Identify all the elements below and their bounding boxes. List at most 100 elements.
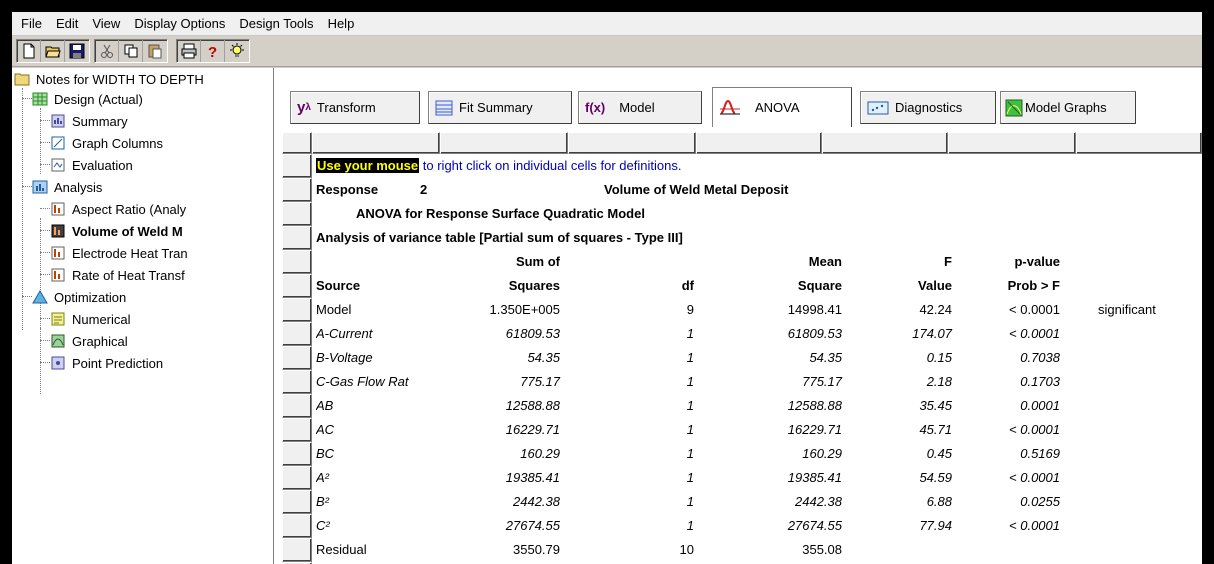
model-title[interactable]: ANOVA for Response Surface Quadratic Mod… — [356, 202, 645, 226]
menu-help[interactable]: Help — [321, 12, 362, 36]
squares-header[interactable]: Squares — [440, 274, 560, 298]
df-cell[interactable]: 9 — [574, 298, 694, 322]
p-value-cell[interactable] — [958, 538, 1060, 562]
significance-cell[interactable] — [1098, 514, 1202, 538]
mean-square-cell[interactable]: 355.08 — [712, 538, 842, 562]
source-cell[interactable]: Model — [316, 298, 440, 322]
significance-cell[interactable] — [1098, 466, 1202, 490]
f-value-cell[interactable]: 54.59 — [842, 466, 952, 490]
new-file-button[interactable] — [17, 40, 41, 62]
row-header[interactable] — [282, 442, 312, 466]
tab-fit-summary[interactable]: Fit Summary — [428, 91, 572, 124]
copy-button[interactable] — [119, 40, 143, 62]
row-header[interactable] — [282, 370, 312, 394]
column-header[interactable] — [568, 132, 696, 154]
tab-diagnostics[interactable]: Diagnostics — [860, 91, 996, 124]
column-header[interactable] — [312, 132, 440, 154]
f-value-cell[interactable]: 77.94 — [842, 514, 952, 538]
p-value-cell[interactable]: < 0.0001 — [958, 322, 1060, 346]
df-cell[interactable]: 1 — [574, 442, 694, 466]
source-header[interactable]: Source — [316, 274, 440, 298]
source-cell[interactable]: A-Current — [316, 322, 440, 346]
mean-square-cell[interactable]: 19385.41 — [712, 466, 842, 490]
sum-of-squares-cell[interactable]: 3550.79 — [440, 538, 560, 562]
tips-button[interactable] — [225, 40, 249, 62]
significance-cell[interactable] — [1098, 370, 1202, 394]
significance-cell[interactable] — [1098, 490, 1202, 514]
p-value-cell[interactable]: < 0.0001 — [958, 418, 1060, 442]
row-header[interactable] — [282, 538, 312, 562]
f-value-cell[interactable]: 2.18 — [842, 370, 952, 394]
menu-view[interactable]: View — [85, 12, 127, 36]
source-cell[interactable]: A² — [316, 466, 440, 490]
p-value-header[interactable]: p-value — [958, 250, 1060, 274]
tree-summary[interactable]: Summary — [50, 110, 128, 132]
tree-design-actual[interactable]: Design (Actual) — [32, 88, 143, 110]
tree-rate-of-heat[interactable]: Rate of Heat Transf — [50, 264, 185, 286]
tree-graph-columns[interactable]: Graph Columns — [50, 132, 163, 154]
sum-of-squares-cell[interactable]: 1.350E+005 — [440, 298, 560, 322]
source-cell[interactable]: B² — [316, 490, 440, 514]
mean-square-cell[interactable]: 2442.38 — [712, 490, 842, 514]
tree-analysis[interactable]: Analysis — [32, 176, 102, 198]
column-header[interactable] — [1076, 132, 1202, 154]
sum-of-header[interactable]: Sum of — [440, 250, 560, 274]
sum-of-squares-cell[interactable]: 160.29 — [440, 442, 560, 466]
mean-square-cell[interactable]: 12588.88 — [712, 394, 842, 418]
p-value-cell[interactable]: 0.1703 — [958, 370, 1060, 394]
menu-design-tools[interactable]: Design Tools — [232, 12, 320, 36]
row-header[interactable] — [282, 250, 312, 274]
row-header[interactable] — [282, 322, 312, 346]
source-cell[interactable]: Residual — [316, 538, 440, 562]
tree-aspect-ratio[interactable]: Aspect Ratio (Analy — [50, 198, 186, 220]
significance-cell[interactable] — [1098, 322, 1202, 346]
row-header[interactable] — [282, 226, 312, 250]
df-cell[interactable]: 10 — [574, 538, 694, 562]
help-button[interactable]: ? — [201, 40, 225, 62]
row-header[interactable] — [282, 274, 312, 298]
p-value-cell[interactable]: 0.0255 — [958, 490, 1060, 514]
menu-display-options[interactable]: Display Options — [127, 12, 232, 36]
sum-of-squares-cell[interactable]: 16229.71 — [440, 418, 560, 442]
tab-anova[interactable]: ANOVA — [712, 87, 852, 127]
column-header[interactable] — [696, 132, 822, 154]
df-cell[interactable]: 1 — [574, 418, 694, 442]
tree-evaluation[interactable]: Evaluation — [50, 154, 133, 176]
source-cell[interactable]: AB — [316, 394, 440, 418]
df-cell[interactable]: 1 — [574, 346, 694, 370]
row-header[interactable] — [282, 514, 312, 538]
row-header[interactable] — [282, 178, 312, 202]
row-header[interactable] — [282, 466, 312, 490]
significance-cell[interactable] — [1098, 442, 1202, 466]
source-cell[interactable]: AC — [316, 418, 440, 442]
tab-transform[interactable]: yλ Transform — [290, 91, 420, 124]
f-header[interactable]: F — [842, 250, 952, 274]
row-header[interactable] — [282, 418, 312, 442]
p-value-cell[interactable]: < 0.0001 — [958, 514, 1060, 538]
paste-button[interactable] — [143, 40, 167, 62]
f-value-cell[interactable]: 6.88 — [842, 490, 952, 514]
tree-root-notes[interactable]: Notes for WIDTH TO DEPTH — [14, 68, 204, 90]
mean-square-cell[interactable]: 27674.55 — [712, 514, 842, 538]
df-cell[interactable]: 1 — [574, 490, 694, 514]
row-header[interactable] — [282, 202, 312, 226]
mean-square-cell[interactable]: 61809.53 — [712, 322, 842, 346]
mean-square-cell[interactable]: 54.35 — [712, 346, 842, 370]
mean-square-cell[interactable]: 14998.41 — [712, 298, 842, 322]
f-value-cell[interactable]: 45.71 — [842, 418, 952, 442]
tab-model-graphs[interactable]: Model Graphs — [1000, 91, 1136, 124]
f-value-cell[interactable]: 35.45 — [842, 394, 952, 418]
mean-square-cell[interactable]: 775.17 — [712, 370, 842, 394]
sum-of-squares-cell[interactable]: 12588.88 — [440, 394, 560, 418]
sum-of-squares-cell[interactable]: 61809.53 — [440, 322, 560, 346]
tree-numerical[interactable]: Numerical — [50, 308, 131, 330]
source-cell[interactable]: BC — [316, 442, 440, 466]
tab-model[interactable]: f(x) Model — [578, 91, 702, 124]
column-header[interactable] — [822, 132, 948, 154]
sum-of-squares-cell[interactable]: 2442.38 — [440, 490, 560, 514]
tree-point-prediction[interactable]: Point Prediction — [50, 352, 163, 374]
f-value-cell[interactable]: 0.15 — [842, 346, 952, 370]
p-value-cell[interactable]: < 0.0001 — [958, 466, 1060, 490]
row-header[interactable] — [282, 154, 312, 178]
source-cell[interactable]: C² — [316, 514, 440, 538]
